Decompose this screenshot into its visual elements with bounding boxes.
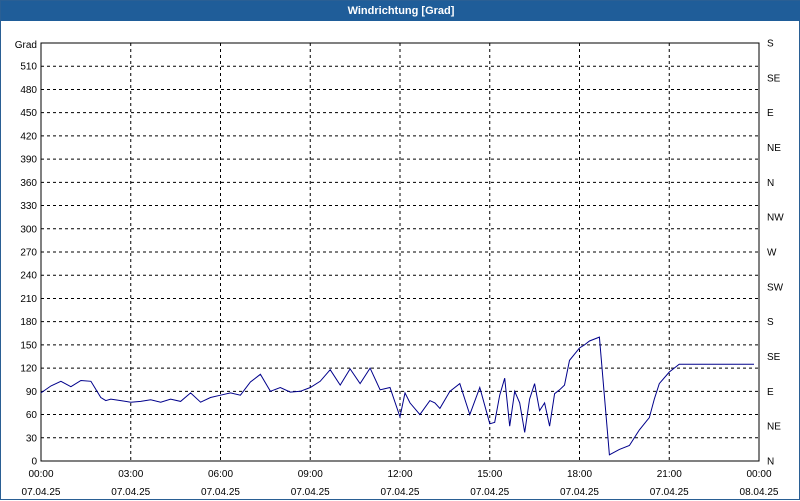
right-tick-label: S xyxy=(767,39,774,50)
right-tick-label: NE xyxy=(767,422,781,433)
x-tick-date: 07.04.25 xyxy=(22,487,61,498)
x-tick-label: 15:00 xyxy=(477,469,502,480)
x-tick-date: 07.04.25 xyxy=(560,487,599,498)
y-tick-label: 60 xyxy=(26,410,38,421)
y-tick-label: 510 xyxy=(20,62,37,73)
y-tick-label: 210 xyxy=(20,294,37,305)
y-tick-label: 480 xyxy=(20,85,37,96)
series-line-wind-direction xyxy=(40,336,754,456)
y-tick-label: 120 xyxy=(20,364,37,375)
y-tick-label: 420 xyxy=(20,131,37,142)
chart-title: Windrichtung [Grad] xyxy=(1,1,800,21)
y-tick-label: 30 xyxy=(26,433,38,444)
y-tick-label: 450 xyxy=(20,108,37,119)
x-tick-date: 07.04.25 xyxy=(111,487,150,498)
right-tick-label: E xyxy=(767,387,774,398)
right-tick-label: NE xyxy=(767,143,781,154)
y-tick-label: 270 xyxy=(20,248,37,259)
right-tick-label: SE xyxy=(767,73,781,84)
right-tick-label: E xyxy=(767,108,774,119)
y-tick-label: 390 xyxy=(20,155,37,166)
right-tick-label: W xyxy=(767,248,777,259)
right-tick-label: SE xyxy=(767,352,781,363)
right-tick-label: N xyxy=(767,178,774,189)
x-tick-date: 07.04.25 xyxy=(650,487,689,498)
y-tick-label: 180 xyxy=(20,317,37,328)
right-tick-label: NW xyxy=(767,213,784,224)
x-tick-label: 00:00 xyxy=(746,469,771,480)
right-tick-label: N xyxy=(767,457,774,468)
x-tick-label: 00:00 xyxy=(28,469,53,480)
right-tick-label: SW xyxy=(767,282,784,293)
x-tick-date: 07.04.25 xyxy=(291,487,330,498)
y-tick-label: 90 xyxy=(26,387,38,398)
x-tick-date: 07.04.25 xyxy=(201,487,240,498)
x-tick-date: 07.04.25 xyxy=(381,487,420,498)
y-tick-label: 300 xyxy=(20,224,37,235)
y-tick-label: 0 xyxy=(31,457,37,468)
y-tick-label: 240 xyxy=(20,271,37,282)
x-tick-label: 06:00 xyxy=(208,469,233,480)
x-tick-date: 07.04.25 xyxy=(470,487,509,498)
x-tick-label: 09:00 xyxy=(298,469,323,480)
wind-direction-chart: 0 30 60 90 120 150 180 210 240 270 300 330 360 390 420… xyxy=(15,39,784,499)
x-tick-label: 21:00 xyxy=(657,469,682,480)
x-tick-date: 08.04.25 xyxy=(740,487,779,498)
x-tick-label: 18:00 xyxy=(567,469,592,480)
x-tick-label: 03:00 xyxy=(118,469,143,480)
y-tick-label: 360 xyxy=(20,178,37,189)
y-axis-label: Grad xyxy=(15,40,37,51)
right-tick-label: S xyxy=(767,317,774,328)
y-tick-label: 150 xyxy=(20,340,37,351)
x-tick-label: 12:00 xyxy=(387,469,412,480)
chart-window: Windrichtung [Grad] 0 30 60 90 120 150 180 210 2… xyxy=(0,0,800,500)
y-tick-label: 330 xyxy=(20,201,37,212)
